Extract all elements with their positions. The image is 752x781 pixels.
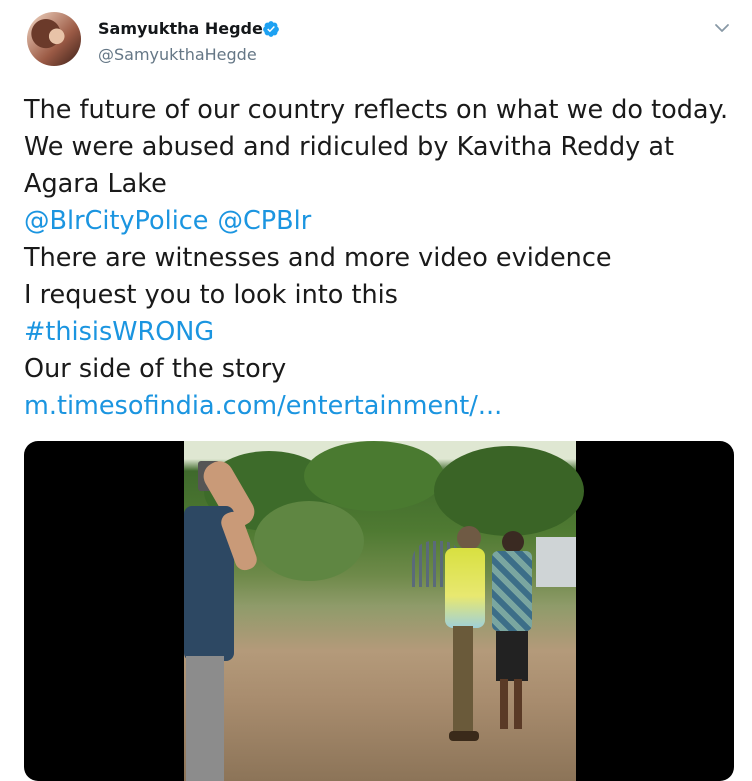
tweet-line: I request you to look into this — [24, 280, 398, 310]
tweet-text: The future of our country reflects on wh… — [24, 92, 736, 425]
tweet-line: Agara Lake — [24, 169, 167, 199]
hashtag-link[interactable]: #thisisWRONG — [24, 314, 736, 351]
tweet-line: There are witnesses and more video evide… — [24, 243, 612, 273]
user-handle[interactable]: @SamyukthaHegde — [98, 45, 257, 64]
chevron-down-icon[interactable] — [714, 22, 730, 34]
tweet-line: The future of our country reflects on wh… — [24, 95, 729, 125]
user-name[interactable]: Samyuktha Hegde — [98, 19, 263, 38]
avatar[interactable] — [27, 12, 81, 66]
mentions-line: @BlrCityPolice @CPBlr — [24, 203, 736, 240]
mention-link-cpblr[interactable]: @CPBlr — [218, 206, 312, 236]
article-url-link[interactable]: m.timesofindia.com/entertainment/... — [24, 388, 736, 425]
tweet-line: Our side of the story — [24, 354, 287, 384]
mention-link-blrcitypolice[interactable]: @BlrCityPolice — [24, 206, 209, 236]
verified-badge-icon — [263, 21, 279, 37]
video-player[interactable] — [24, 441, 734, 781]
tree-canopy — [434, 446, 584, 536]
person-plaid-shirt — [484, 531, 544, 746]
tree-canopy — [304, 441, 444, 511]
tweet-line: We were abused and ridiculed by Kavitha … — [24, 132, 674, 162]
video-frame — [184, 441, 584, 781]
person-blue-shirt — [184, 441, 274, 781]
